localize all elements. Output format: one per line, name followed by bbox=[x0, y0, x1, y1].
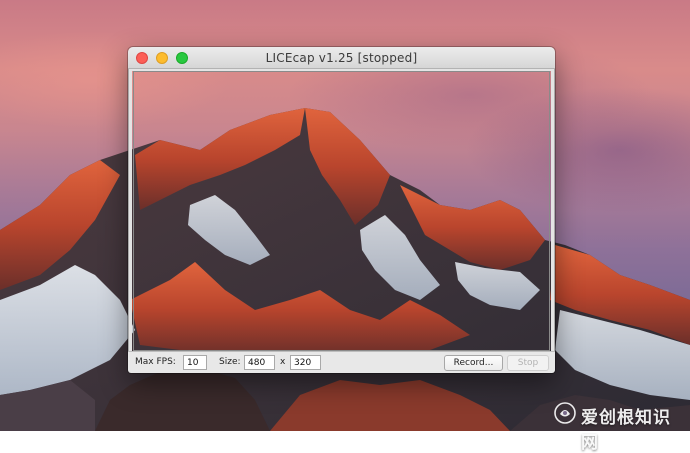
width-input[interactable] bbox=[244, 355, 275, 370]
max-fps-input[interactable] bbox=[183, 355, 207, 370]
stop-button[interactable]: Stop bbox=[507, 355, 549, 371]
capture-region[interactable] bbox=[133, 71, 550, 351]
record-button[interactable]: Record... bbox=[444, 355, 503, 371]
watermark-logo-icon bbox=[554, 402, 576, 424]
height-input[interactable] bbox=[290, 355, 321, 370]
capture-frame-left[interactable] bbox=[128, 69, 132, 351]
control-bar: Max FPS: Size: x Record... Stop bbox=[128, 351, 555, 373]
size-label: Size: bbox=[219, 357, 241, 367]
window-title: LICEcap v1.25 [stopped] bbox=[265, 51, 418, 65]
max-fps-label: Max FPS: bbox=[135, 357, 176, 367]
title-bar[interactable]: LICEcap v1.25 [stopped] bbox=[128, 47, 555, 69]
watermark-text: 爱创根知识网 bbox=[581, 408, 671, 453]
capture-frame-right[interactable] bbox=[551, 69, 555, 351]
watermark: 爱创根知识网 bbox=[554, 401, 684, 453]
licecap-window[interactable]: LICEcap v1.25 [stopped] Max FPS: Size: x… bbox=[128, 47, 555, 373]
dimension-separator: x bbox=[280, 357, 286, 367]
